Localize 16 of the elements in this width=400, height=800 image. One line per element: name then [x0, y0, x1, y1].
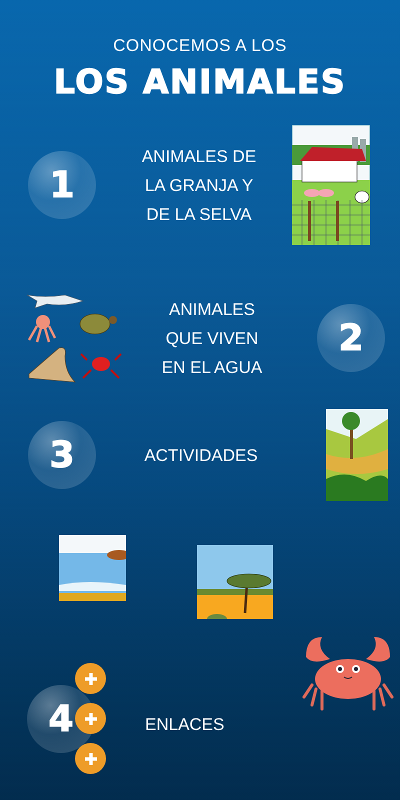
number-bubble[interactable]: 2	[317, 304, 385, 372]
subtitle: CONOCEMOS A LOS	[113, 36, 287, 56]
title: LOS ANIMALES	[54, 62, 346, 101]
section-label[interactable]: ACTIVIDADES	[126, 440, 276, 470]
add-button[interactable]	[75, 743, 106, 774]
add-button[interactable]	[75, 663, 106, 694]
number-bubble[interactable]: 3	[28, 421, 96, 489]
number-bubble[interactable]: 1	[28, 151, 96, 219]
section-label[interactable]: ANIMALES DE LA GRANJA Y DE LA SELVA	[133, 142, 265, 228]
add-button[interactable]	[75, 703, 106, 734]
plus-icon	[82, 670, 98, 686]
beach-drawing	[59, 535, 126, 601]
section-label[interactable]: ANIMALES QUE VIVEN EN EL AGUA	[137, 294, 287, 382]
plus-icon	[82, 710, 98, 726]
plus-icon	[82, 750, 98, 766]
section-label[interactable]: ENLACES	[145, 715, 224, 735]
